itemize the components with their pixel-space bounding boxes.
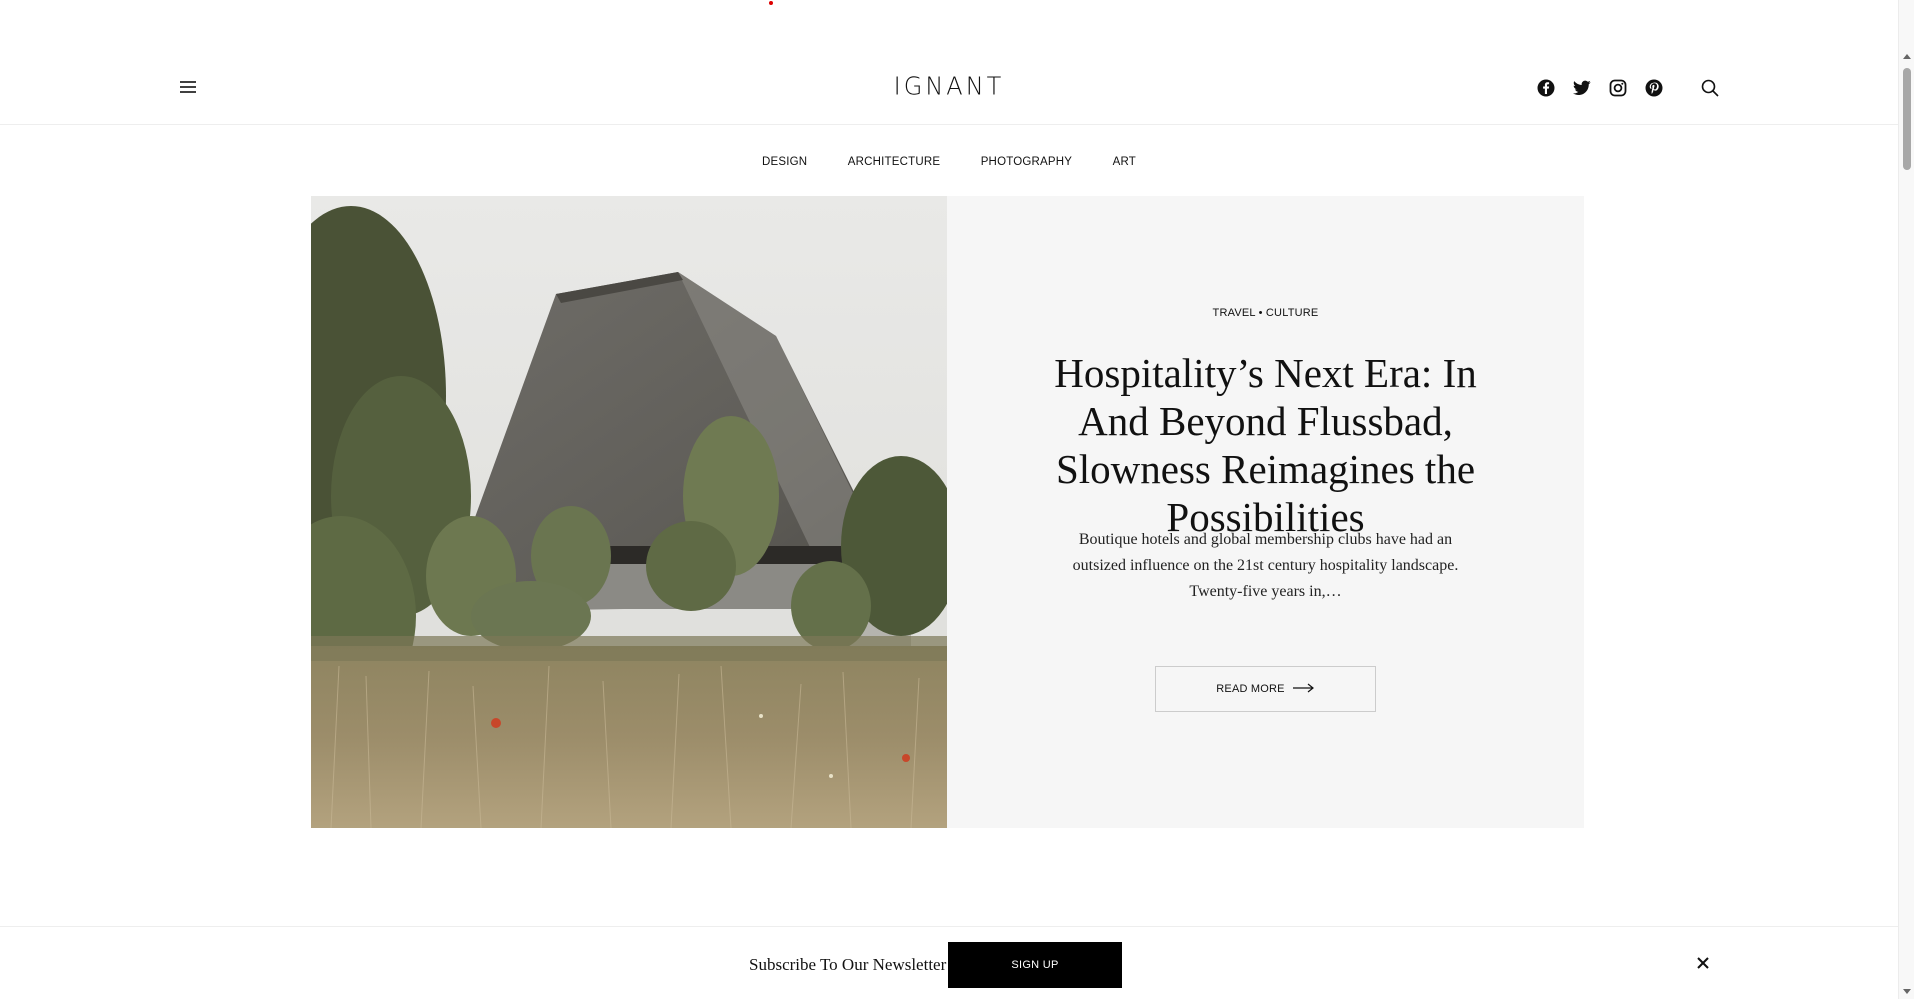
nav-item-architecture[interactable]: ARCHITECTURE [848,156,941,168]
read-more-label: READ MORE [1216,683,1285,695]
read-more-button[interactable]: READ MORE [1155,666,1376,712]
article-title[interactable]: Hospitality’s Next Era: In And Beyond Fl… [1017,349,1514,541]
search-icon[interactable] [1700,78,1722,100]
scroll-up-arrow-icon[interactable] [1903,54,1911,59]
instagram-icon[interactable] [1609,79,1629,99]
article-categories: TRAVEL • CULTURE [947,307,1584,319]
twitter-icon[interactable] [1572,80,1593,100]
nav-item-photography[interactable]: PHOTOGRAPHY [981,156,1072,168]
nav-item-design[interactable]: DESIGN [762,156,807,168]
page-scrollbar[interactable] [1898,0,1914,999]
site-header: IGNANT [0,0,1898,125]
featured-article-content: TRAVEL • CULTURE Hospitality’s Next Era:… [947,196,1584,828]
category-nav: DESIGN ARCHITECTURE PHOTOGRAPHY ART [0,152,1898,170]
scrollbar-thumb[interactable] [1903,68,1911,170]
featured-article: TRAVEL • CULTURE Hospitality’s Next Era:… [311,196,1584,828]
facebook-icon[interactable] [1537,79,1557,99]
category-separator: • [1258,307,1263,319]
newsletter-label: Subscribe To Our Newsletter [749,955,947,974]
close-icon[interactable] [1696,956,1714,974]
category-culture[interactable]: CULTURE [1266,307,1319,319]
newsletter-bar: Subscribe To Our Newsletter SIGN UP [0,926,1898,999]
category-travel[interactable]: TRAVEL [1213,307,1256,319]
article-excerpt: Boutique hotels and global membership cl… [1072,531,1459,600]
sign-up-button[interactable]: SIGN UP [948,942,1122,988]
arrow-right-icon [1292,683,1315,696]
featured-article-image[interactable] [311,196,947,828]
scroll-down-arrow-icon[interactable] [1903,989,1911,994]
nav-item-art[interactable]: ART [1113,156,1136,168]
pinterest-icon[interactable] [1645,79,1665,99]
